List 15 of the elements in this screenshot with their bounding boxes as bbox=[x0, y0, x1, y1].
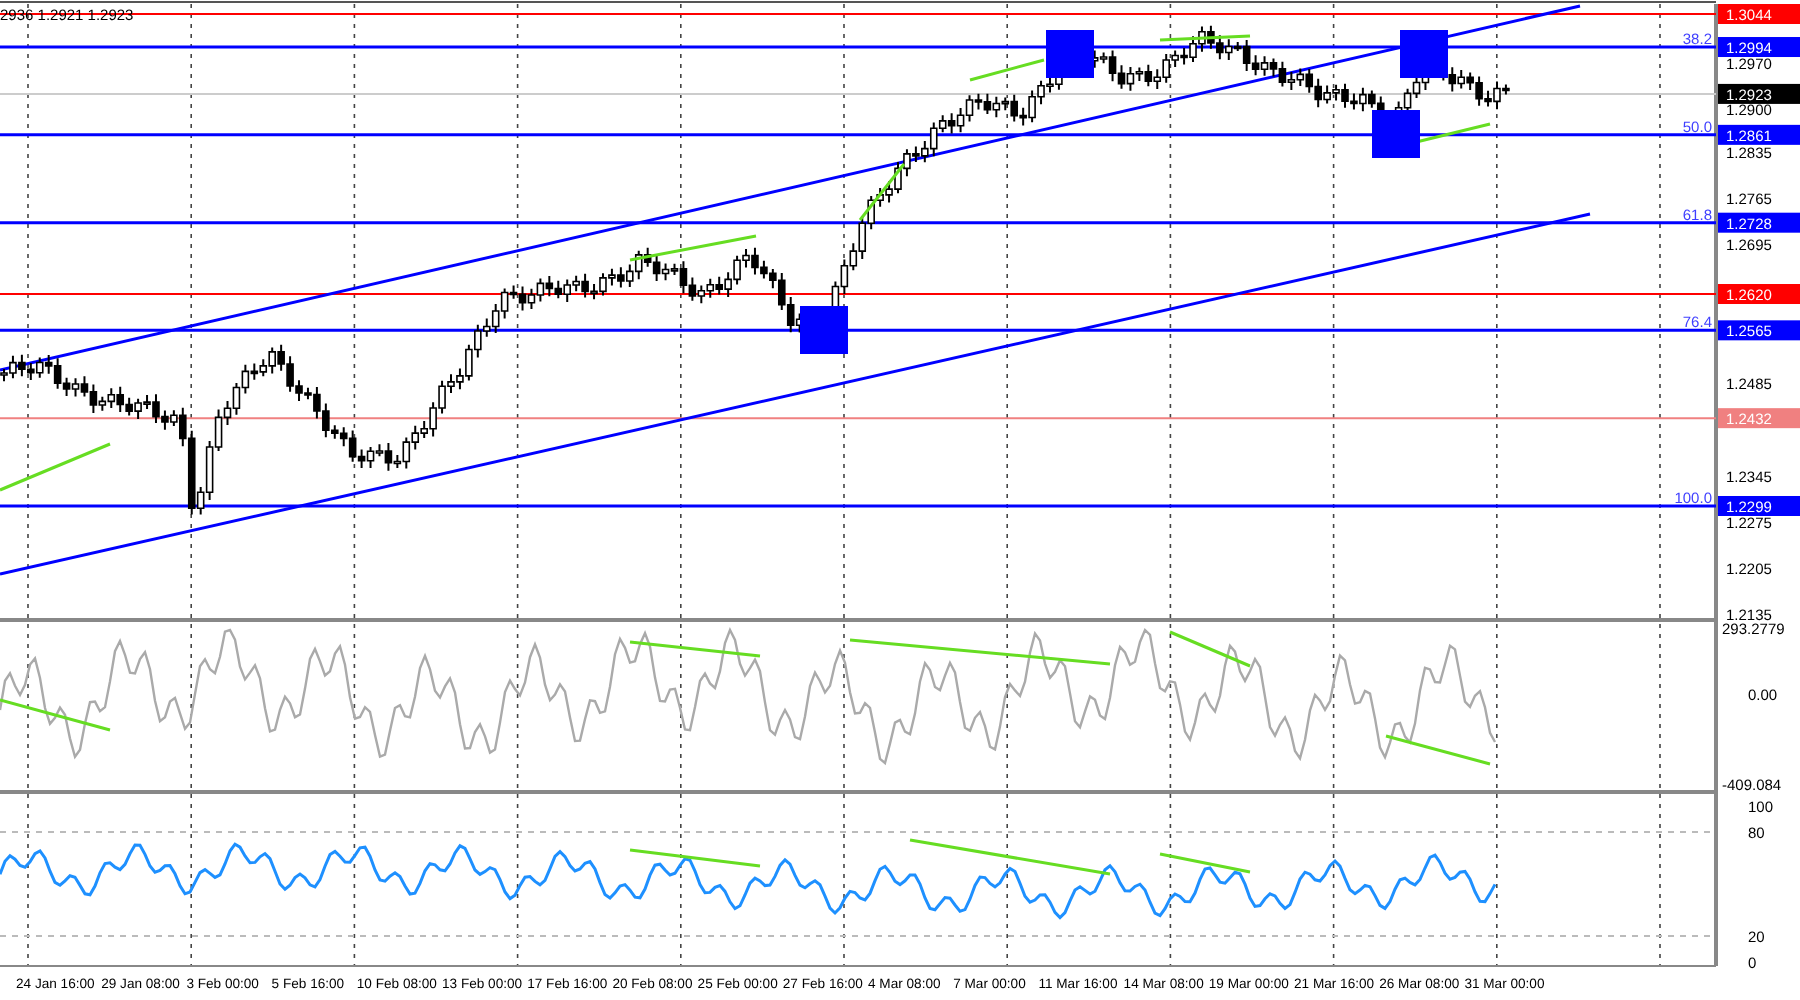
divergence-line bbox=[629, 640, 761, 658]
trend-line bbox=[858, 163, 906, 221]
trend-line bbox=[629, 234, 757, 262]
marker-square bbox=[1046, 30, 1094, 78]
trend-line bbox=[0, 442, 111, 492]
divergence-line bbox=[1159, 852, 1251, 874]
divergence-line bbox=[1385, 734, 1491, 766]
divergence-line bbox=[0, 698, 111, 732]
trend-line bbox=[969, 58, 1045, 82]
marker-square bbox=[1372, 110, 1420, 158]
divergence-line bbox=[1169, 630, 1251, 668]
marker-square bbox=[800, 306, 848, 354]
divergence-line bbox=[629, 848, 761, 868]
marker-square bbox=[1400, 30, 1448, 78]
trend-line bbox=[1159, 34, 1251, 42]
